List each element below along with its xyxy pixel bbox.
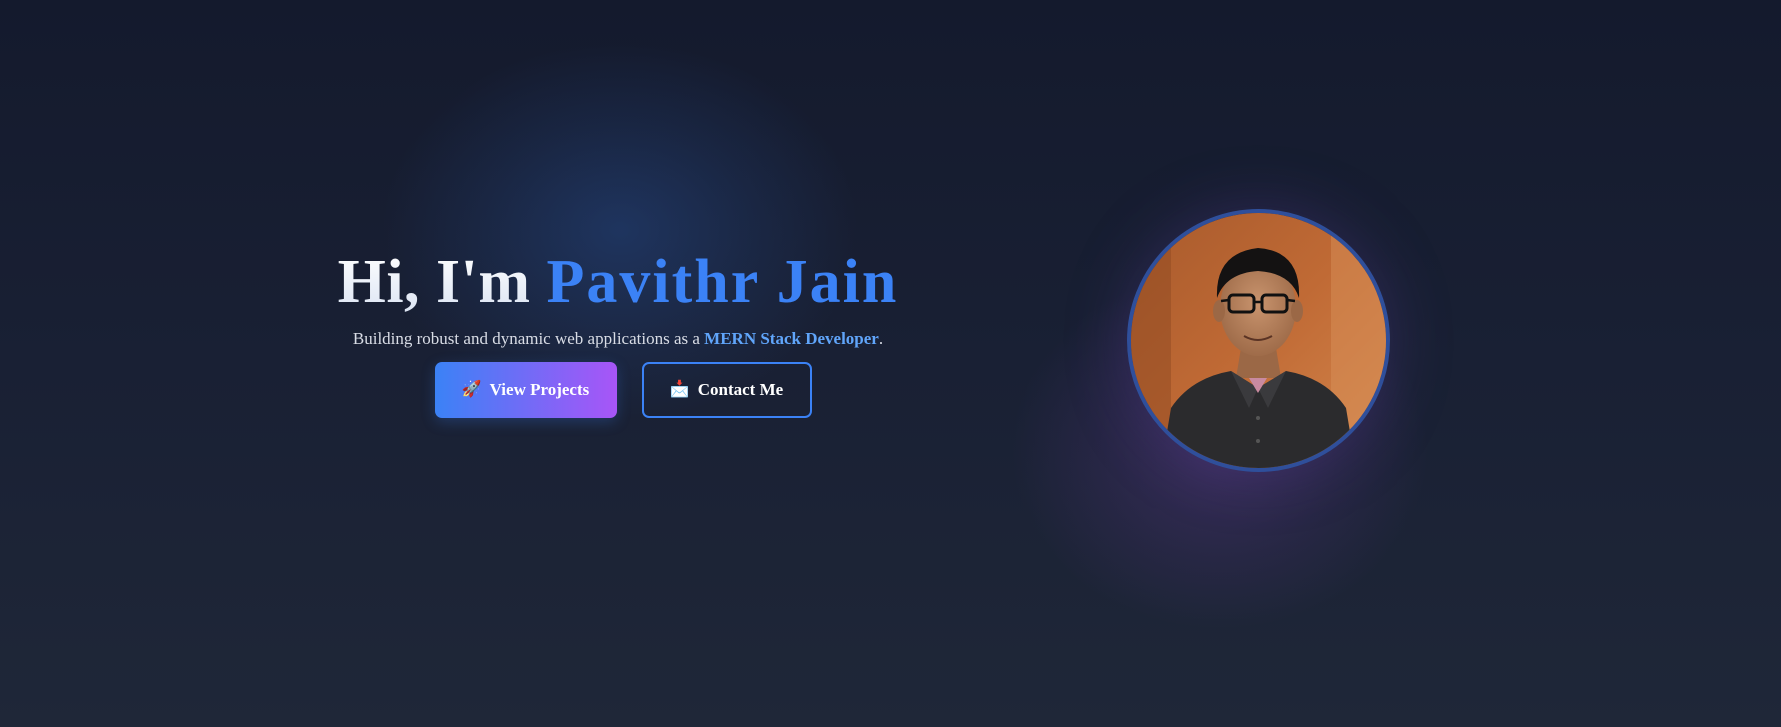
view-projects-label: View Projects — [489, 380, 590, 399]
contact-me-label: Contact Me — [697, 380, 784, 399]
envelope-icon: 📩 — [669, 381, 690, 398]
hero-name: Pavithr Jain — [546, 248, 899, 316]
rocket-icon: 🚀 — [461, 381, 482, 398]
hero-subtitle: Building robust and dynamic web applicat… — [318, 329, 918, 349]
profile-photo — [1131, 213, 1386, 468]
hero-title: Hi, I'm Pavithr Jain — [318, 245, 918, 319]
hero-buttons: 🚀 View Projects 📩 Contact Me — [318, 362, 918, 418]
hero-section: Hi, I'm Pavithr Jain Building robust and… — [318, 245, 918, 418]
profile-avatar — [1127, 209, 1390, 472]
contact-me-button[interactable]: 📩 Contact Me — [641, 362, 812, 418]
subtitle-suffix: . — [878, 329, 884, 348]
hero-greeting: Hi, I'm — [337, 248, 547, 316]
subtitle-prefix: Building robust and dynamic web applicat… — [352, 329, 705, 348]
view-projects-button[interactable]: 🚀 View Projects — [434, 362, 617, 418]
subtitle-role: MERN Stack Developer — [704, 329, 879, 348]
